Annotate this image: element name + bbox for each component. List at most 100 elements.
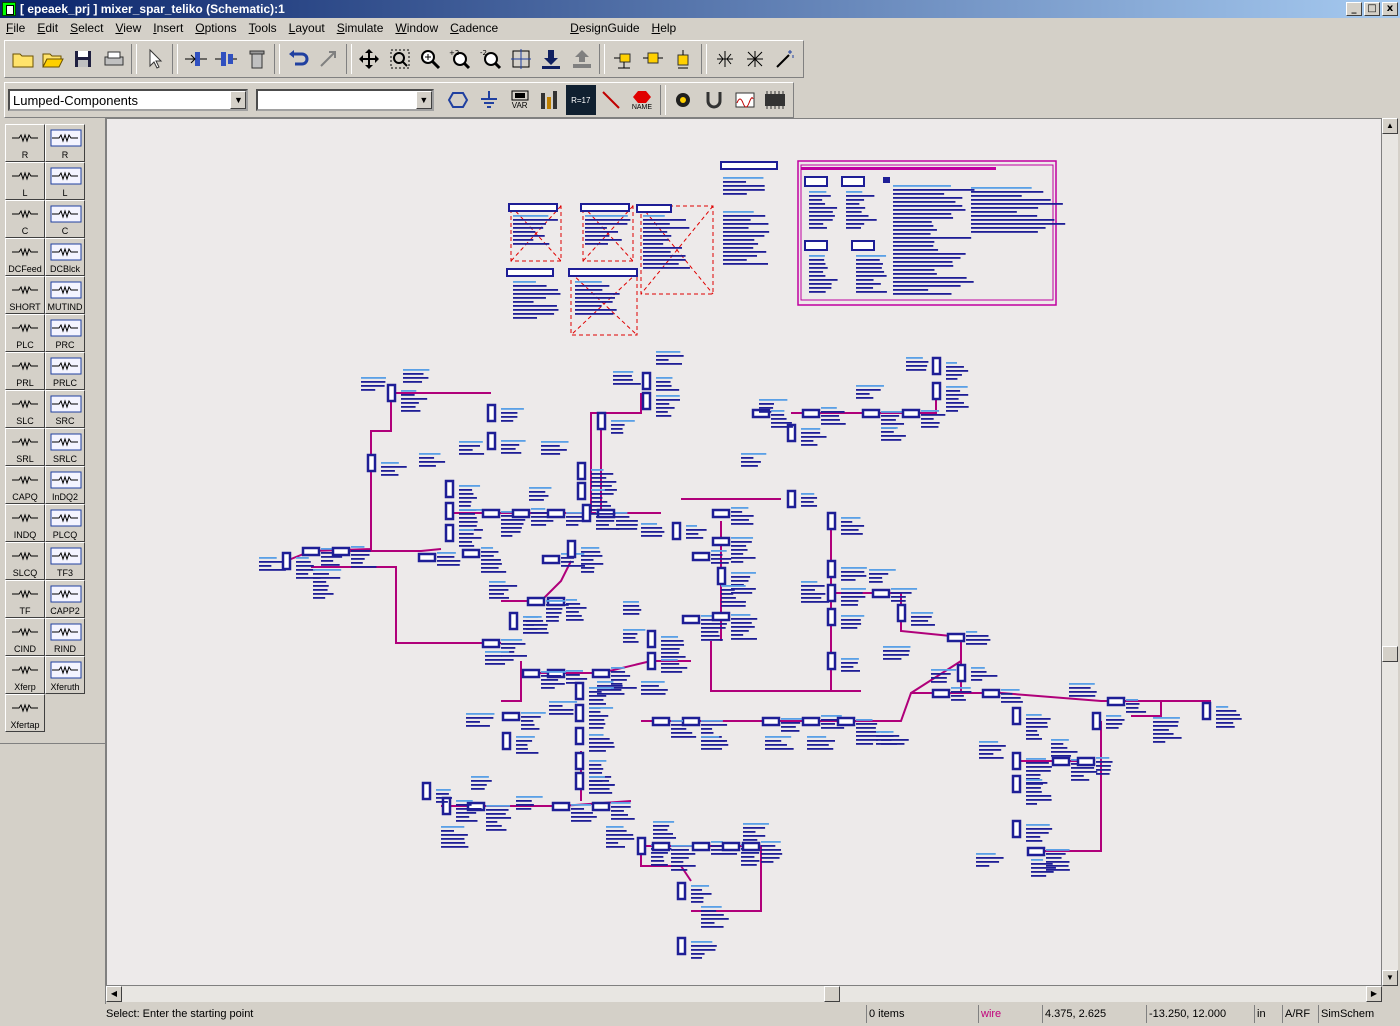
palette-select[interactable]: Lumped-Components ▼ <box>8 89 249 111</box>
palette-item[interactable]: PLCQ <box>45 504 85 542</box>
select-arrow-icon[interactable] <box>140 44 169 74</box>
pop-out-hierarchy-icon[interactable] <box>212 44 241 74</box>
close-button[interactable]: x <box>1382 2 1398 16</box>
palette-item[interactable]: Xfertap <box>5 694 45 732</box>
schematic-parameter-label <box>723 239 755 241</box>
insert-pin-icon[interactable] <box>444 85 474 115</box>
app-icon[interactable] <box>2 2 16 16</box>
palette-item[interactable]: SRLC <box>45 428 85 466</box>
undo-icon[interactable] <box>283 44 312 74</box>
menu-options[interactable]: Options <box>189 19 242 37</box>
menu-designguide[interactable]: DesignGuide <box>564 19 645 37</box>
component-select[interactable]: ▼ <box>256 89 434 111</box>
menu-edit[interactable]: Edit <box>31 19 64 37</box>
menu-select[interactable]: Select <box>64 19 109 37</box>
new-folder-icon[interactable] <box>8 44 37 74</box>
palette-item[interactable]: SLC <box>5 390 45 428</box>
scroll-right-icon[interactable]: ▶ <box>1366 986 1382 1002</box>
palette-item[interactable]: DCBlck <box>45 238 85 276</box>
scroll-down-icon[interactable]: ▼ <box>1382 970 1398 986</box>
palette-item[interactable]: PRL <box>5 352 45 390</box>
chevron-down-icon[interactable]: ▼ <box>415 91 432 109</box>
wire-icon[interactable] <box>597 85 627 115</box>
menu-window[interactable]: Window <box>389 19 444 37</box>
palette-item[interactable]: SLCQ <box>5 542 45 580</box>
palette-item[interactable]: R <box>45 124 85 162</box>
restore-button[interactable]: □ <box>1364 2 1380 16</box>
scroll-up-icon[interactable]: ▲ <box>1382 118 1398 134</box>
sparam-icon[interactable] <box>760 85 790 115</box>
palette-item[interactable]: PLC <box>5 314 45 352</box>
menu-file[interactable]: File <box>0 19 31 37</box>
palette-item[interactable]: MUTIND <box>45 276 85 314</box>
open-folder-icon[interactable] <box>38 44 67 74</box>
name-icon[interactable]: NAME <box>627 85 657 115</box>
redo-icon[interactable] <box>314 44 343 74</box>
menu-insert[interactable]: Insert <box>147 19 189 37</box>
push-into-hierarchy-icon[interactable] <box>181 44 210 74</box>
menu-help[interactable]: Help <box>646 19 683 37</box>
view-all-icon[interactable] <box>506 44 535 74</box>
palette-item[interactable]: TF <box>5 580 45 618</box>
menu-view[interactable]: View <box>109 19 147 37</box>
palette-item[interactable]: L <box>5 162 45 200</box>
horizontal-scroll-thumb[interactable] <box>824 986 840 1002</box>
mirror-y-icon[interactable] <box>740 44 769 74</box>
palette-item[interactable]: INDQ <box>5 504 45 542</box>
schematic-parameter-label <box>841 670 861 672</box>
palette-item[interactable]: CIND <box>5 618 45 656</box>
print-icon[interactable] <box>99 44 128 74</box>
insert-port-icon[interactable] <box>608 44 637 74</box>
simulate-icon[interactable] <box>535 85 565 115</box>
horizontal-scrollbar[interactable]: ◀ ▶ <box>106 986 1382 1002</box>
tune-icon[interactable]: R=17 <box>566 85 596 115</box>
gear-icon[interactable] <box>669 85 699 115</box>
palette-item[interactable]: InDQ2 <box>45 466 85 504</box>
scroll-left-icon[interactable]: ◀ <box>106 986 122 1002</box>
palette-item[interactable]: Xferuth <box>45 656 85 694</box>
palette-item[interactable]: PRLC <box>45 352 85 390</box>
zoom-in-icon[interactable] <box>415 44 444 74</box>
chevron-down-icon[interactable]: ▼ <box>230 91 247 109</box>
palette-item[interactable]: CAPP2 <box>45 580 85 618</box>
mirror-x-icon[interactable] <box>710 44 739 74</box>
palette-item[interactable]: Xferp <box>5 656 45 694</box>
palette-item[interactable]: CAPQ <box>5 466 45 504</box>
palette-item[interactable]: PRC <box>45 314 85 352</box>
menu-cadence[interactable]: Cadence <box>444 19 504 37</box>
zoom-out-x2-icon[interactable]: -2 <box>476 44 505 74</box>
minimize-button[interactable]: _ <box>1346 2 1362 16</box>
waveform-icon[interactable] <box>730 85 760 115</box>
download-icon[interactable] <box>537 44 566 74</box>
pan-icon[interactable] <box>355 44 384 74</box>
palette-item[interactable]: TF3 <box>45 542 85 580</box>
zoom-area-icon[interactable] <box>385 44 414 74</box>
insert-ground-icon[interactable] <box>638 44 667 74</box>
schematic-parameter-label <box>501 416 518 418</box>
menu-layout[interactable]: Layout <box>283 19 331 37</box>
save-icon[interactable] <box>69 44 98 74</box>
upload-icon[interactable] <box>567 44 596 74</box>
palette-item[interactable]: SRC <box>45 390 85 428</box>
magic-wand-icon[interactable] <box>771 44 800 74</box>
palette-item[interactable]: L <box>45 162 85 200</box>
palette-item[interactable]: C <box>45 200 85 238</box>
zoom-in-x2-icon[interactable]: +2 <box>446 44 475 74</box>
insert-component-icon[interactable] <box>669 44 698 74</box>
palette-item[interactable]: SRL <box>5 428 45 466</box>
palette-item[interactable]: DCFeed <box>5 238 45 276</box>
delete-icon[interactable] <box>242 44 271 74</box>
palette-item[interactable]: C <box>5 200 45 238</box>
var-icon[interactable]: VAR <box>505 85 535 115</box>
schematic-canvas[interactable] <box>106 118 1382 986</box>
vertical-scroll-thumb[interactable] <box>1382 646 1398 662</box>
ground-icon[interactable] <box>474 85 504 115</box>
palette-item[interactable]: RIND <box>45 618 85 656</box>
palette-item[interactable]: SHORT <box>5 276 45 314</box>
magnet-icon[interactable] <box>699 85 729 115</box>
palette-item[interactable]: R <box>5 124 45 162</box>
vertical-scrollbar[interactable]: ▲ ▼ <box>1382 118 1398 986</box>
schematic-drawing[interactable] <box>107 119 1382 986</box>
menu-tools[interactable]: Tools <box>243 19 283 37</box>
menu-simulate[interactable]: Simulate <box>331 19 390 37</box>
